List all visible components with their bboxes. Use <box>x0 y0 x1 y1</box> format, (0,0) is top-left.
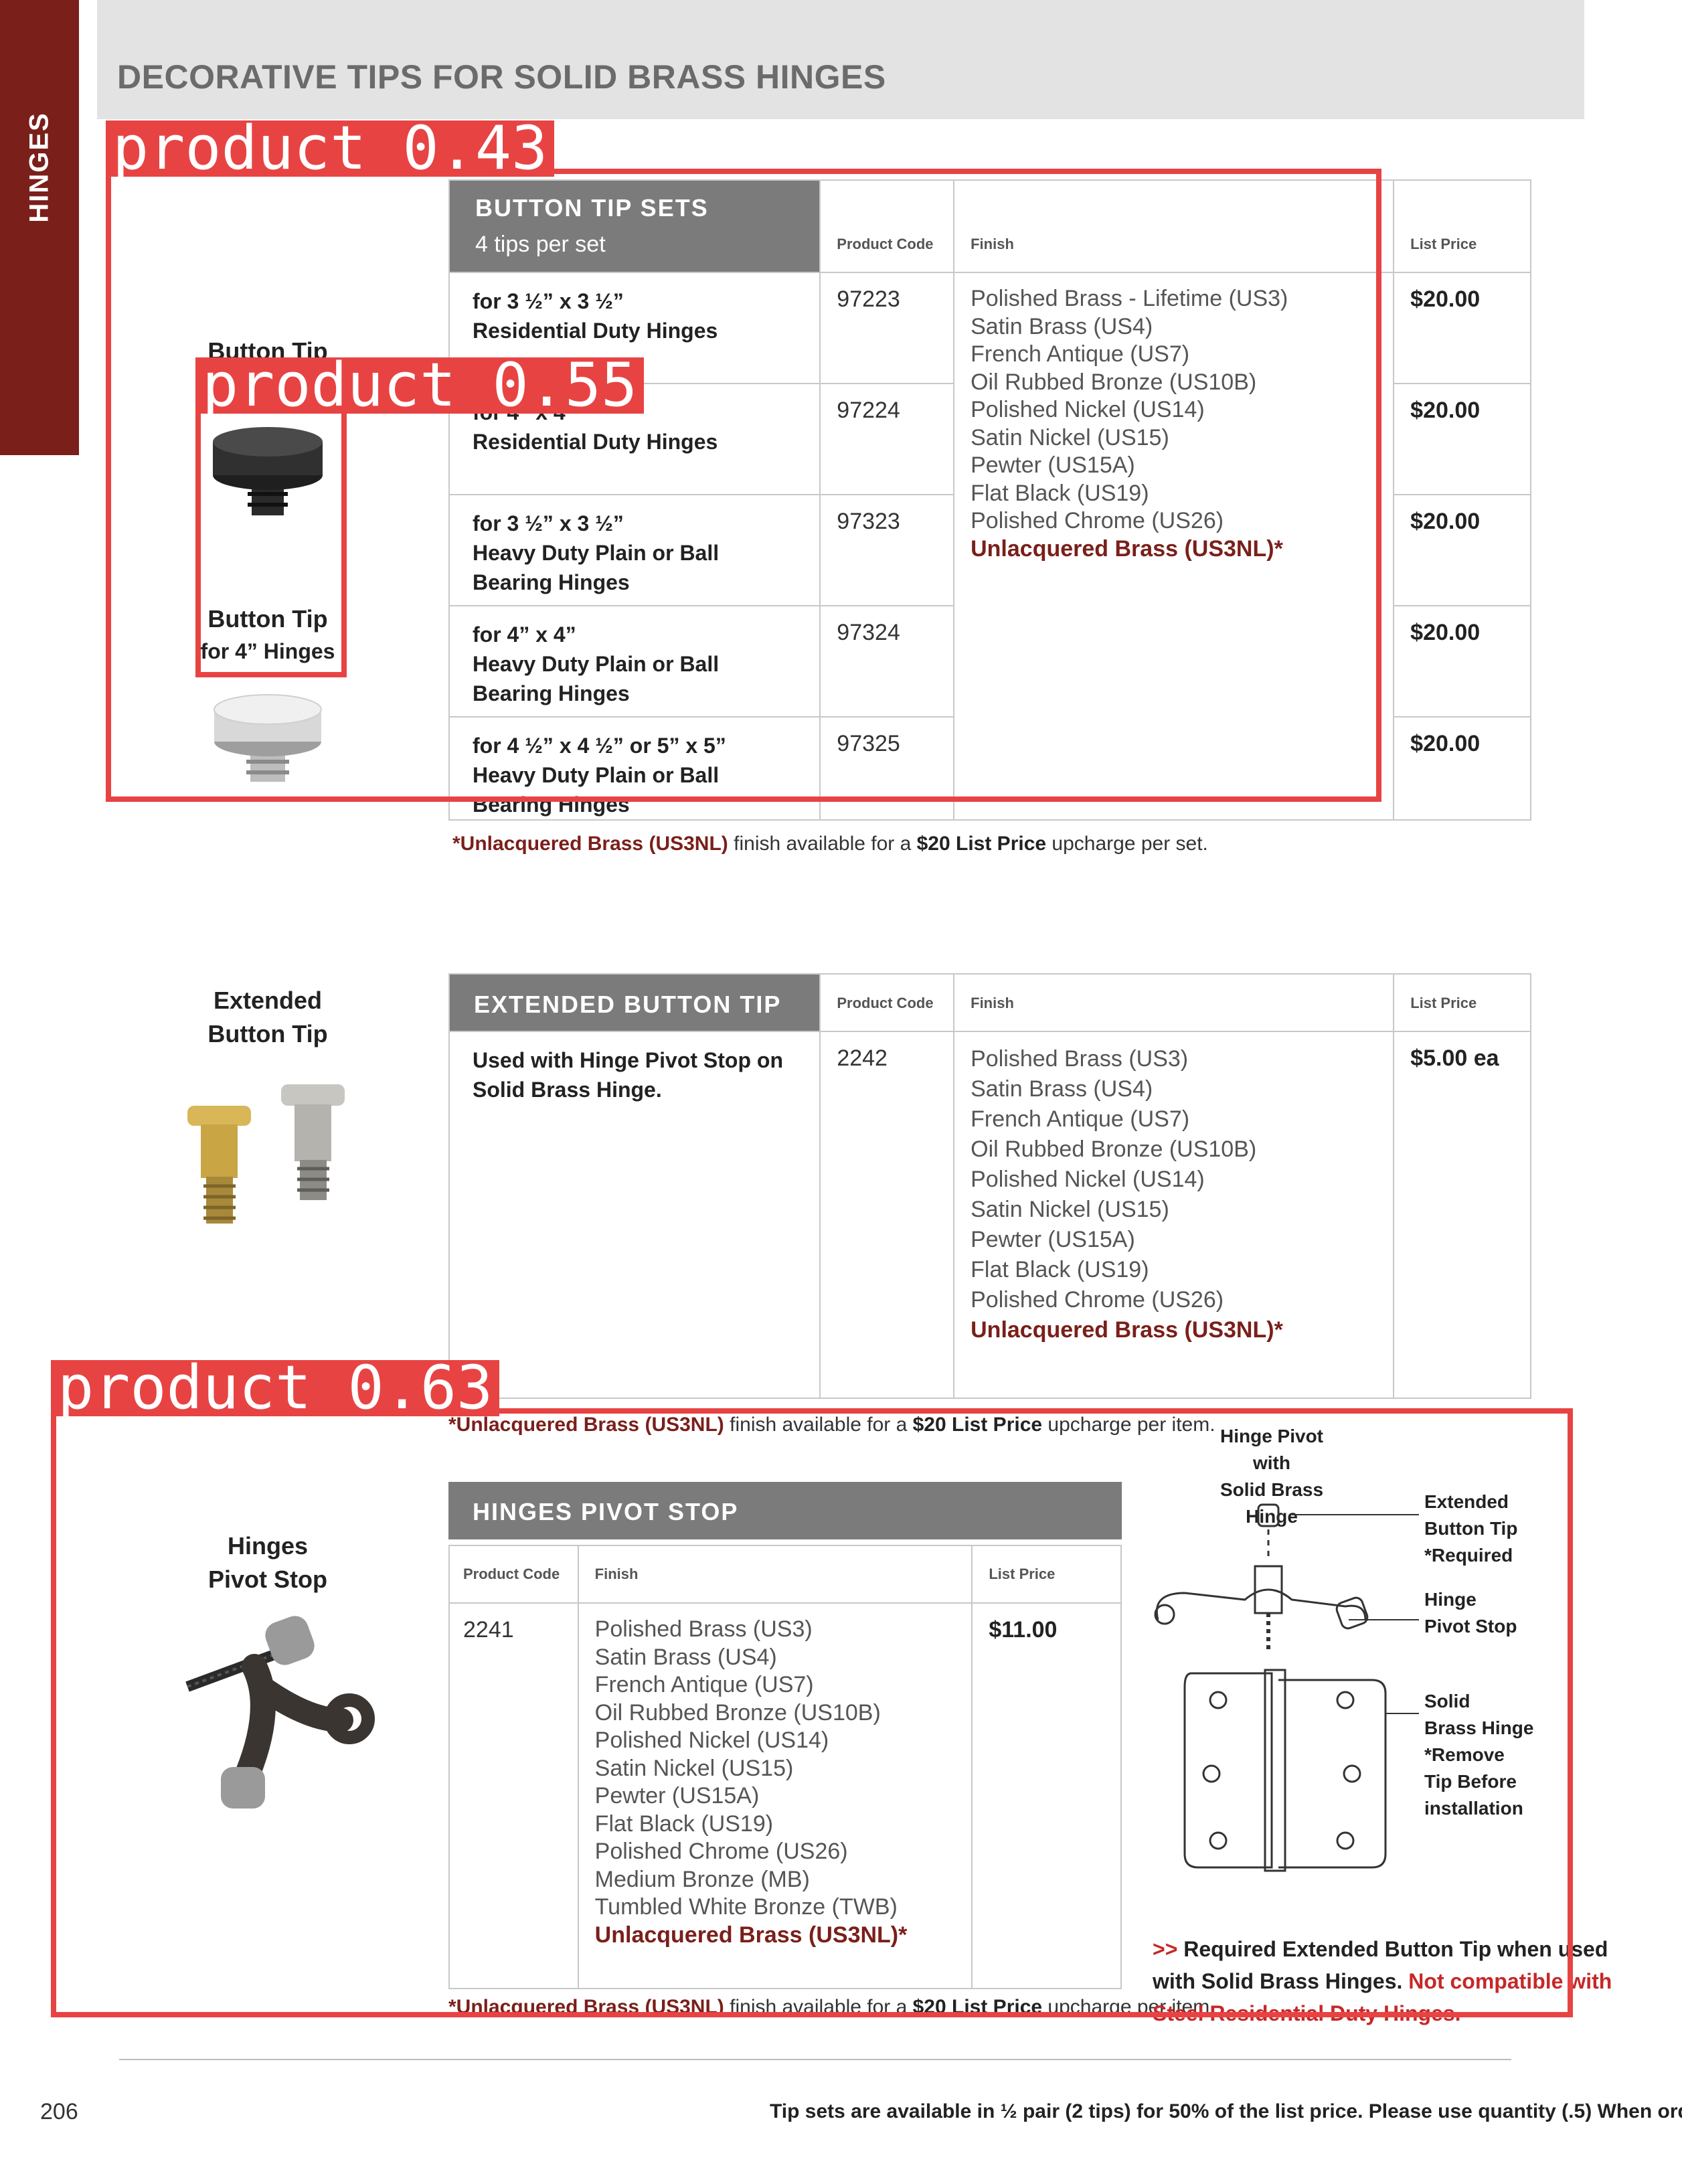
row-price: $20.00 <box>1393 272 1531 384</box>
extended-title-cell: EXTENDED BUTTON TIP <box>448 973 821 1032</box>
finish-item: Polished Nickel (US14) <box>971 1167 1205 1192</box>
row-desc-line: Solid Brass Hinge. <box>473 1078 662 1102</box>
finish-item: Oil Rubbed Bronze (US10B) <box>971 1137 1257 1162</box>
row-price: $20.00 <box>1393 383 1531 495</box>
row-price: $20.00 <box>1393 494 1531 606</box>
page-number: 206 <box>40 2099 78 2124</box>
note-price: $20 List Price <box>916 833 1047 855</box>
extended-header-row: EXTENDED BUTTON TIP Product Code Finish … <box>448 973 1531 1032</box>
page-title: DECORATIVE TIPS FOR SOLID BRASS HINGES <box>117 58 886 96</box>
extended-button-tip-image <box>187 1084 345 1224</box>
finish-item: Satin Nickel (US15) <box>971 1197 1169 1222</box>
col-list-price: List Price <box>1393 973 1531 1032</box>
note-text: finish available for a <box>728 833 917 855</box>
finish-item: Polished Brass (US3) <box>971 1046 1189 1072</box>
table-row: Used with Hinge Pivot Stop on Solid Brass… <box>448 1031 1531 1399</box>
col-finish: Finish <box>953 973 1395 1032</box>
row-price: $20.00 <box>1393 605 1531 718</box>
finish-item: Polished Chrome (US26) <box>971 1287 1224 1313</box>
extended-label-1: Extended <box>213 987 323 1014</box>
detection-label-2: product 0.55 <box>195 355 645 416</box>
side-tab-label: HINGES <box>24 112 54 223</box>
note-unlacquered: *Unlacquered Brass (US3NL) <box>452 833 728 855</box>
row-desc-line: Used with Hinge Pivot Stop on <box>473 1048 783 1072</box>
col-product-code-label: Product Code <box>837 995 934 1011</box>
footer-divider <box>119 2059 1511 2060</box>
col-product-code: Product Code <box>819 973 955 1032</box>
footer-note: Tip sets are available in ½ pair (2 tips… <box>770 2100 1682 2122</box>
detection-label-3: product 0.63 <box>51 1358 500 1418</box>
col-list-price: List Price <box>1393 179 1531 273</box>
finish-item: Satin Brass (US4) <box>971 1076 1153 1102</box>
extended-button-tip-table: EXTENDED BUTTON TIP Product Code Finish … <box>448 973 1531 1399</box>
row-description: Used with Hinge Pivot Stop on Solid Brass… <box>448 1031 821 1399</box>
finish-item: Pewter (US15A) <box>971 1227 1135 1252</box>
detection-box-2 <box>195 406 347 677</box>
note-end: upcharge per set. <box>1046 833 1208 855</box>
detection-label-1: product 0.43 <box>106 118 555 179</box>
finish-list: Polished Brass (US3) Satin Brass (US4) F… <box>953 1031 1395 1399</box>
finish-item-unlacquered: Unlacquered Brass (US3NL)* <box>971 1317 1283 1343</box>
col-finish-label: Finish <box>971 995 1014 1011</box>
detection-box-3 <box>51 1408 1573 2017</box>
header-band: DECORATIVE TIPS FOR SOLID BRASS HINGES <box>97 0 1584 119</box>
side-tab: HINGES <box>0 0 79 455</box>
button-tip-sets-note: *Unlacquered Brass (US3NL) finish availa… <box>452 833 1208 855</box>
col-list-price-label: List Price <box>1410 236 1477 252</box>
col-list-price-label: List Price <box>1410 995 1477 1011</box>
finish-item: French Antique (US7) <box>971 1106 1190 1132</box>
extended-label-2: Button Tip <box>207 1020 328 1047</box>
row-price: $20.00 <box>1393 716 1531 821</box>
extended-title: EXTENDED BUTTON TIP <box>474 991 782 1018</box>
row-price: $5.00 ea <box>1393 1031 1531 1399</box>
row-code: 2242 <box>819 1031 955 1399</box>
finish-item: Flat Black (US19) <box>971 1257 1149 1282</box>
